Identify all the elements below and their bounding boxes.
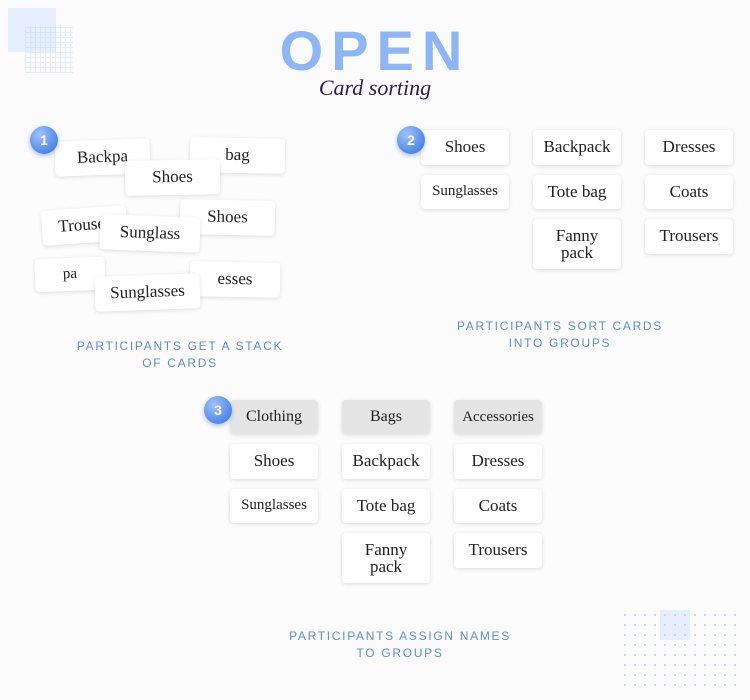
group-name[interactable]: Bags [342, 400, 430, 434]
step-2: 2 Shoes Sunglasses Backpack Tote bag Fan… [395, 130, 725, 370]
card[interactable]: Dresses [645, 130, 733, 165]
card[interactable]: Tote bag [342, 489, 430, 524]
card[interactable]: Shoes [125, 159, 221, 195]
group-column: Accessories Dresses Coats Trousers [454, 400, 542, 583]
card[interactable]: Coats [645, 175, 733, 210]
step-badge-3: 3 [204, 396, 232, 424]
title-subtitle: Card sorting [0, 75, 750, 101]
group-column: Dresses Coats Trousers [645, 130, 733, 269]
group-name[interactable]: Accessories [454, 400, 542, 434]
columns: Shoes Sunglasses Backpack Tote bag Fanny… [395, 130, 725, 269]
card[interactable]: Shoes [421, 130, 509, 165]
step-3-caption: PARTICIPANTS ASSIGN NAMES TO GROUPS [200, 628, 600, 663]
card[interactable]: Sunglasses [421, 175, 509, 209]
step-badge-2: 2 [397, 126, 425, 154]
header: OPEN Card sorting [0, 0, 750, 101]
step-3: 3 Clothing Shoes Sunglasses Bags Backpac… [200, 400, 600, 680]
step-1: 1 bag Backpa Shoes Shoes Trouser Sunglas… [30, 130, 330, 370]
group-column: Backpack Tote bag Fanny pack [533, 130, 621, 269]
card[interactable]: Fanny pack [533, 219, 621, 269]
card[interactable]: esses [190, 261, 281, 297]
group-column: Shoes Sunglasses [421, 130, 509, 269]
card[interactable]: Shoes [230, 444, 318, 479]
card[interactable]: Sunglasses [94, 273, 200, 311]
card[interactable]: Backpack [533, 130, 621, 165]
title-open: OPEN [0, 18, 750, 83]
card[interactable]: Trousers [454, 533, 542, 568]
step-badge-1: 1 [30, 126, 58, 154]
card[interactable]: Tote bag [533, 175, 621, 210]
card[interactable]: Trousers [645, 219, 733, 254]
columns: Clothing Shoes Sunglasses Bags Backpack … [200, 400, 600, 583]
group-column: Clothing Shoes Sunglasses [230, 400, 318, 583]
card[interactable]: Sunglasses [230, 489, 318, 523]
card[interactable]: Dresses [454, 444, 542, 479]
group-column: Bags Backpack Tote bag Fanny pack [342, 400, 430, 583]
card[interactable]: Fanny pack [342, 533, 430, 583]
card[interactable]: Coats [454, 489, 542, 524]
card[interactable]: Sunglass [99, 214, 200, 252]
step-1-caption: PARTICIPANTS GET A STACK OF CARDS [30, 338, 330, 373]
bg-dots [620, 610, 740, 690]
card[interactable]: Backpack [342, 444, 430, 479]
step-2-caption: PARTICIPANTS SORT CARDS INTO GROUPS [395, 318, 725, 353]
group-name[interactable]: Clothing [230, 400, 318, 434]
